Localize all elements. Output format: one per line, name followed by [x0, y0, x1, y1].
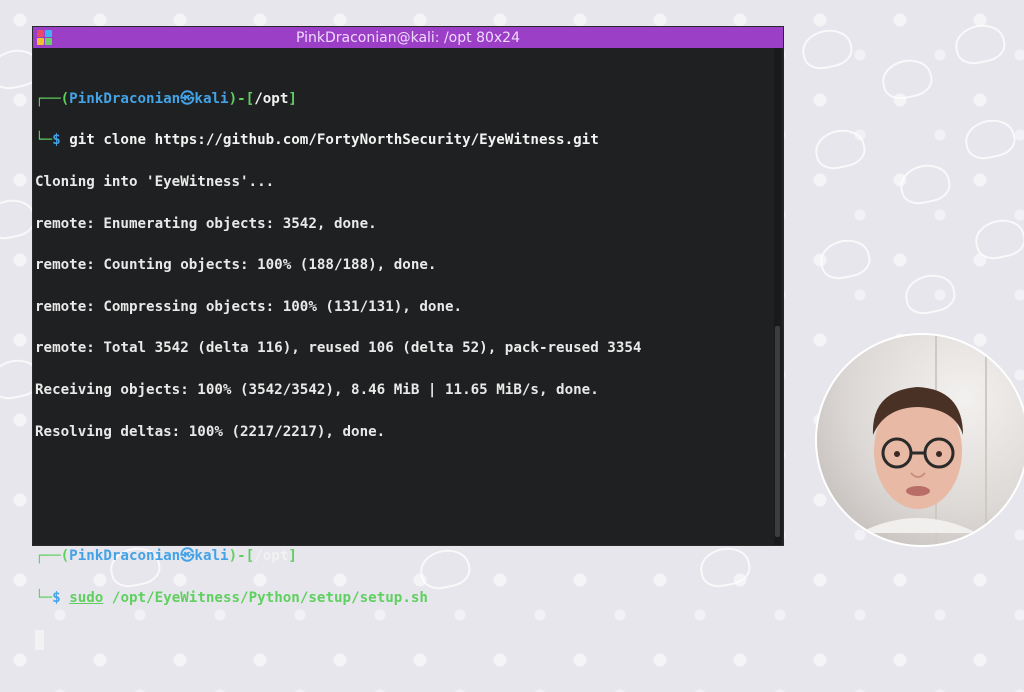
prompt-line: ┌──(PinkDraconian㉿kali)-[/opt]	[35, 90, 297, 107]
output-line: remote: Total 3542 (delta 116), reused 1…	[35, 340, 642, 357]
output-line: remote: Enumerating objects: 3542, done.	[35, 215, 377, 232]
skull-icon: ㉿	[180, 90, 195, 107]
output-line: remote: Compressing objects: 100% (131/1…	[35, 298, 463, 315]
text-cursor	[35, 629, 44, 650]
webcam-overlay	[817, 335, 1024, 545]
output-line: Cloning into 'EyeWitness'...	[35, 173, 275, 190]
terminal-window[interactable]: PinkDraconian@kali: /opt 80x24 ┌──(PinkD…	[33, 27, 783, 650]
command-line: └─$ git clone https://github.com/FortyNo…	[35, 132, 599, 149]
output-line: remote: Counting objects: 100% (188/188)…	[35, 257, 437, 274]
prompt-line: ┌──(PinkDraconian㉿kali)-[/opt]	[35, 548, 297, 565]
output-line: Receiving objects: 100% (3542/3542), 8.4…	[35, 381, 599, 398]
scrollbar[interactable]	[774, 48, 781, 545]
skull-icon: ㉿	[180, 548, 195, 565]
presenter-face	[859, 387, 977, 533]
command-line: └─$ sudo /opt/EyeWitness/Python/setup/se…	[35, 589, 428, 606]
input-line[interactable]	[35, 629, 773, 651]
window-title: PinkDraconian@kali: /opt 80x24	[295, 29, 520, 46]
output-line: Resolving deltas: 100% (2217/2217), done…	[35, 423, 386, 440]
terminal-output[interactable]: ┌──(PinkDraconian㉿kali)-[/opt] └─$ git c…	[34, 48, 773, 650]
titlebar[interactable]: PinkDraconian@kali: /opt 80x24	[33, 27, 783, 48]
scrollbar-thumb[interactable]	[775, 326, 780, 537]
terminal-app-icon[interactable]	[37, 30, 52, 45]
